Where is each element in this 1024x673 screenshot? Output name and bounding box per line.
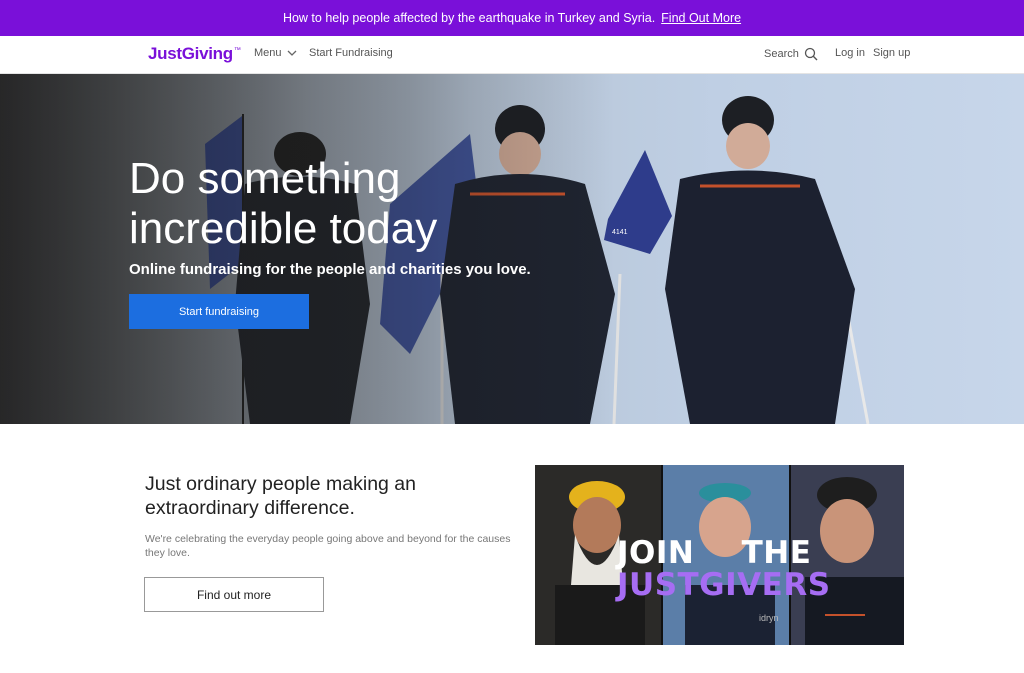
nav-start-fundraising[interactable]: Start Fundraising xyxy=(309,47,393,59)
menu-button[interactable]: Menu xyxy=(254,47,297,59)
justgivers-video-thumbnail[interactable]: JOIN THE JUSTGIVERS idryn xyxy=(535,465,904,645)
logo[interactable]: JustGiving™ xyxy=(148,44,241,64)
signup-link[interactable]: Sign up xyxy=(873,47,910,59)
overlay-line-2: JUSTGIVERS xyxy=(617,567,831,603)
search-button[interactable]: Search xyxy=(764,47,818,61)
search-icon xyxy=(804,47,818,61)
menu-label: Menu xyxy=(254,47,282,59)
logo-text: JustGiving xyxy=(148,44,233,63)
banner-link[interactable]: Find Out More xyxy=(661,11,741,25)
overlay-line-1: JOIN THE xyxy=(617,535,812,571)
promo-heading: Just ordinary people making an extraordi… xyxy=(145,473,416,519)
chevron-down-icon xyxy=(287,50,297,57)
navbar: JustGiving™ Menu Start Fundraising Searc… xyxy=(0,36,1024,74)
hero-title: Do something incredible today xyxy=(129,154,438,253)
promo-text: We're celebrating the everyday people go… xyxy=(145,533,511,559)
login-link[interactable]: Log in xyxy=(835,47,865,59)
hero-subtitle: Online fundraising for the people and ch… xyxy=(129,261,531,278)
start-fundraising-button[interactable]: Start fundraising xyxy=(129,294,309,329)
promo-overlay-text: JOIN THE JUSTGIVERS xyxy=(617,537,831,601)
logo-trademark: ™ xyxy=(233,47,241,55)
banner-text: How to help people affected by the earth… xyxy=(282,11,656,25)
search-label: Search xyxy=(764,48,799,60)
promo-watermark: idryn xyxy=(759,613,779,623)
announcement-banner: How to help people affected by the earth… xyxy=(0,0,1024,36)
find-out-more-button[interactable]: Find out more xyxy=(144,577,324,612)
hero-section: 4141 Do something incredible today Onlin… xyxy=(0,74,1024,424)
